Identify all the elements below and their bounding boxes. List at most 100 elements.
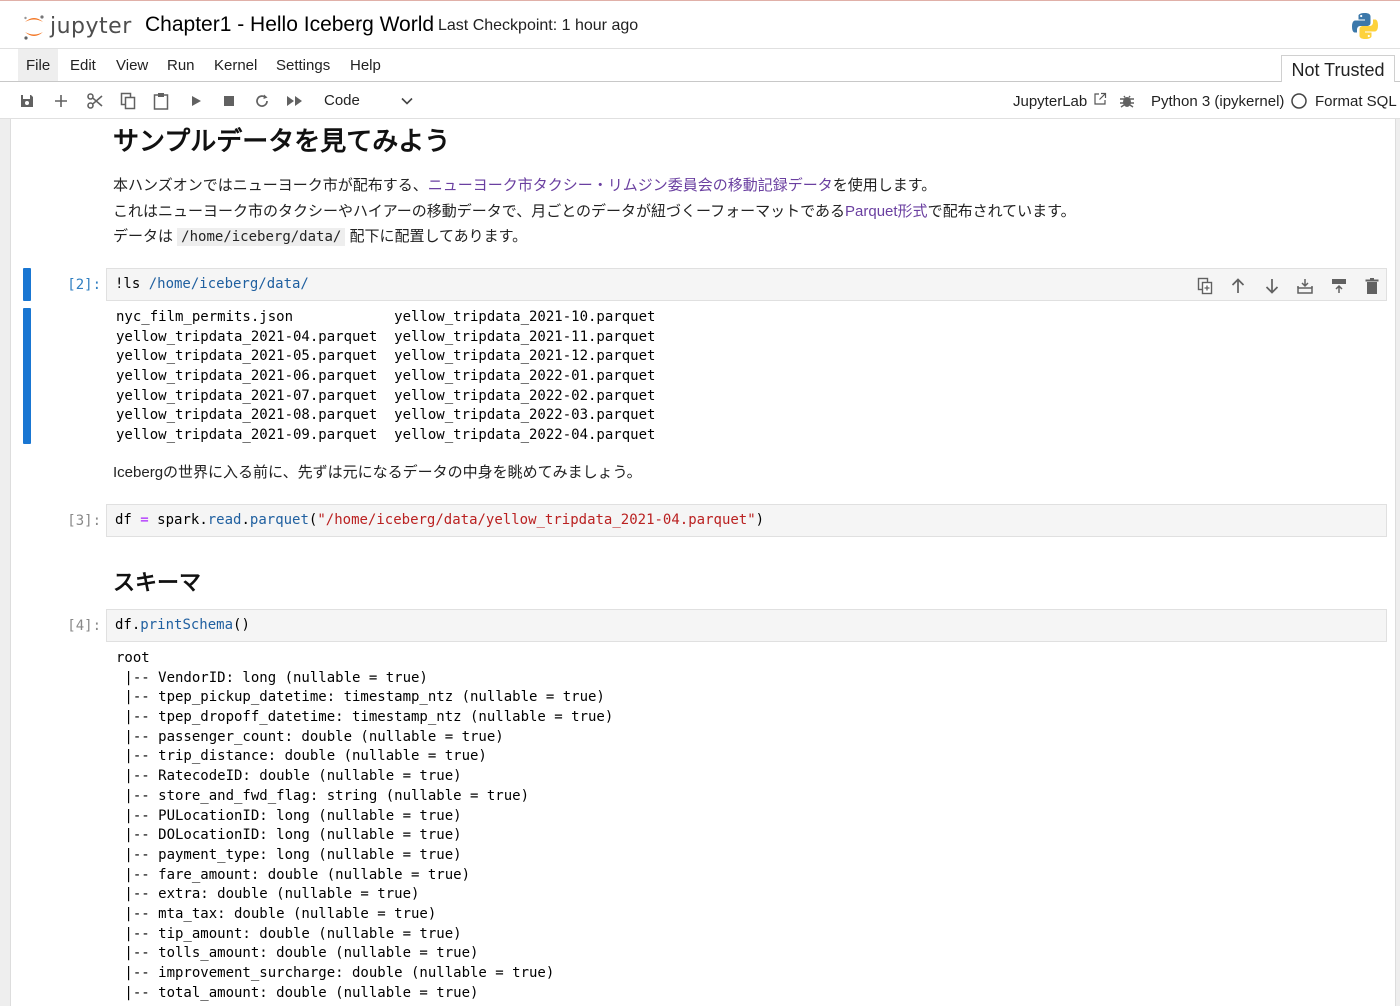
markdown-paragraph-line: これはニューヨーク市のタクシーやハイアーの移動データで、月ごとのデータが紐づくー… bbox=[113, 200, 1076, 221]
jupyter-logo[interactable]: jupyter bbox=[22, 10, 132, 42]
fast-forward-icon[interactable] bbox=[285, 91, 305, 111]
move-up-icon[interactable] bbox=[1227, 275, 1249, 297]
output-line: |-- tolls_amount: double (nullable = tru… bbox=[116, 945, 479, 962]
output-line: |-- passenger_count: double (nullable = … bbox=[116, 728, 504, 745]
output-line: |-- total_amount: double (nullable = tru… bbox=[116, 984, 479, 1001]
output-line: |-- tpep_dropoff_datetime: timestamp_ntz… bbox=[116, 709, 614, 726]
python-logo-icon bbox=[1350, 11, 1380, 41]
kernel-name[interactable]: Python 3 (ipykernel) bbox=[1151, 82, 1284, 119]
trust-status-button[interactable]: Not Trusted bbox=[1281, 55, 1395, 82]
code-attribute: parquet bbox=[249, 512, 309, 528]
output-line: |-- PULocationID: long (nullable = true) bbox=[116, 807, 462, 824]
jupyterlab-label: JupyterLab bbox=[1013, 93, 1088, 110]
menu-bar: File Edit View Run Kernel Settings Help … bbox=[0, 49, 1400, 82]
code-cell-input[interactable]: df.printSchema() bbox=[106, 609, 1387, 642]
output-line: |-- improvement_surcharge: double (nulla… bbox=[116, 965, 555, 981]
format-sql-button[interactable]: Format SQL bbox=[1315, 82, 1397, 119]
code-text: df bbox=[115, 617, 132, 633]
menu-run[interactable]: Run bbox=[159, 49, 203, 81]
markdown-text: を使用します。 bbox=[832, 177, 937, 194]
output-line: yellow_tripdata_2021-04.parquet yellow_t… bbox=[116, 328, 656, 345]
output-line: |-- VendorID: long (nullable = true) bbox=[116, 669, 428, 686]
output-line: |-- DOLocationID: long (nullable = true) bbox=[116, 827, 462, 844]
delete-cell-icon[interactable] bbox=[1361, 275, 1383, 297]
output-line: |-- tpep_pickup_datetime: timestamp_ntz … bbox=[116, 689, 605, 706]
open-jupyterlab-link[interactable]: JupyterLab bbox=[1013, 82, 1107, 119]
output-line: |-- fare_amount: double (nullable = true… bbox=[116, 866, 471, 883]
code-string: "/home/iceberg/data/yellow_tripdata_2021… bbox=[317, 512, 756, 528]
markdown-text: データは bbox=[113, 228, 178, 245]
output-line: yellow_tripdata_2021-09.parquet yellow_t… bbox=[116, 427, 656, 444]
notebook-panel: サンプルデータを見てみよう 本ハンズオンではニューヨーク市が配布する、ニューヨー… bbox=[10, 119, 1396, 1006]
markdown-paragraph-line: データは /home/iceberg/data/ 配下に配置してあります。 bbox=[113, 225, 527, 246]
insert-above-icon[interactable] bbox=[1294, 275, 1316, 297]
cell-output: root |-- VendorID: long (nullable = true… bbox=[116, 649, 613, 1003]
markdown-paragraph-line: 本ハンズオンではニューヨーク市が配布する、ニューヨーク市タクシー・リムジン委員会… bbox=[113, 174, 936, 195]
code-attribute: printSchema bbox=[140, 617, 234, 633]
cell-type-value: Code bbox=[324, 92, 360, 109]
cell-prompt: [4]: bbox=[67, 618, 101, 634]
stop-icon[interactable] bbox=[219, 91, 239, 111]
cut-icon[interactable] bbox=[85, 91, 105, 111]
move-down-icon[interactable] bbox=[1261, 275, 1283, 297]
notebook-title[interactable]: Chapter1 - Hello Iceberg World bbox=[145, 13, 434, 37]
markdown-heading: スキーマ bbox=[113, 570, 202, 595]
menu-file[interactable]: File bbox=[18, 49, 59, 81]
markdown-text: で配布されています。 bbox=[927, 203, 1076, 220]
markdown-text: これはニューヨーク市のタクシーやハイアーの移動データで、月ごとのデータが紐づくー… bbox=[113, 203, 846, 220]
code-attribute: read bbox=[207, 512, 242, 528]
external-link-icon bbox=[1093, 82, 1107, 121]
menu-view[interactable]: View bbox=[108, 49, 156, 81]
markdown-heading: サンプルデータを見てみよう bbox=[113, 126, 451, 156]
chevron-down-icon bbox=[400, 92, 414, 116]
cell-prompt: [3]: bbox=[67, 513, 101, 529]
cell-type-dropdown[interactable]: Code bbox=[316, 89, 416, 113]
code-cell-input[interactable]: df = spark.read.parquet("/home/iceberg/d… bbox=[106, 504, 1387, 537]
markdown-paragraph: Icebergの世界に入る前に、先ずは元になるデータの中身を眺めてみましょう。 bbox=[113, 464, 642, 481]
menu-edit[interactable]: Edit bbox=[62, 49, 104, 81]
output-line: root bbox=[116, 650, 150, 666]
restart-icon[interactable] bbox=[252, 91, 272, 111]
output-line: |-- tip_amount: double (nullable = true) bbox=[116, 925, 462, 942]
notebook-scroll-area[interactable]: サンプルデータを見てみよう 本ハンズオンではニューヨーク市が配布する、ニューヨー… bbox=[0, 119, 1400, 1006]
debugger-icon[interactable] bbox=[1119, 82, 1135, 119]
inline-code: /home/iceberg/data/ bbox=[177, 228, 346, 246]
insert-below-icon[interactable] bbox=[1328, 275, 1350, 297]
paste-icon[interactable] bbox=[151, 91, 171, 111]
jupyter-logo-icon bbox=[22, 13, 46, 40]
copy-icon[interactable] bbox=[118, 91, 138, 111]
menu-kernel[interactable]: Kernel bbox=[206, 49, 265, 81]
markdown-text: 本ハンズオンではニューヨーク市が配布する、 bbox=[113, 177, 428, 194]
kernel-status-icon bbox=[1290, 82, 1308, 119]
output-line: yellow_tripdata_2021-06.parquet yellow_t… bbox=[116, 368, 656, 385]
save-icon[interactable] bbox=[17, 91, 37, 111]
tlc-data-link[interactable]: ニューヨーク市タクシー・リムジン委員会の移動記録データ bbox=[428, 177, 833, 194]
top-bar: jupyter Chapter1 - Hello Iceberg World L… bbox=[0, 0, 1400, 49]
menu-settings[interactable]: Settings bbox=[268, 49, 338, 81]
code-path: /home/iceberg/data/ bbox=[148, 276, 309, 292]
code-text: !ls bbox=[115, 276, 149, 292]
parquet-format-link[interactable]: Parquet形式 bbox=[845, 203, 928, 220]
output-line: yellow_tripdata_2021-05.parquet yellow_t… bbox=[116, 348, 656, 365]
output-line: yellow_tripdata_2021-07.parquet yellow_t… bbox=[116, 387, 656, 404]
menu-help[interactable]: Help bbox=[342, 49, 389, 81]
output-line: yellow_tripdata_2021-08.parquet yellow_t… bbox=[116, 407, 656, 424]
output-line: |-- trip_distance: double (nullable = tr… bbox=[116, 748, 487, 765]
run-icon[interactable] bbox=[186, 91, 206, 111]
output-line: |-- RatecodeID: double (nullable = true) bbox=[116, 768, 462, 785]
cell-actions-toolbar bbox=[1194, 275, 1384, 297]
add-cell-icon[interactable] bbox=[51, 91, 71, 111]
output-line: |-- store_and_fwd_flag: string (nullable… bbox=[116, 787, 530, 804]
duplicate-cell-icon[interactable] bbox=[1194, 275, 1216, 297]
cell-selection-bar[interactable] bbox=[23, 268, 31, 301]
code-text: df bbox=[115, 512, 132, 528]
output-line: |-- mta_tax: double (nullable = true) bbox=[116, 905, 437, 922]
code-operator: = bbox=[131, 512, 158, 528]
output-line: |-- payment_type: long (nullable = true) bbox=[116, 846, 462, 863]
cell-prompt: [2]: bbox=[67, 277, 101, 293]
output-line: |-- extra: double (nullable = true) bbox=[116, 886, 420, 903]
checkpoint-status: Last Checkpoint: 1 hour ago bbox=[438, 17, 639, 34]
output-line: nyc_film_permits.json yellow_tripdata_20… bbox=[116, 309, 656, 325]
output-selection-bar[interactable] bbox=[23, 308, 31, 444]
markdown-text: 配下に配置してあります。 bbox=[345, 228, 528, 245]
